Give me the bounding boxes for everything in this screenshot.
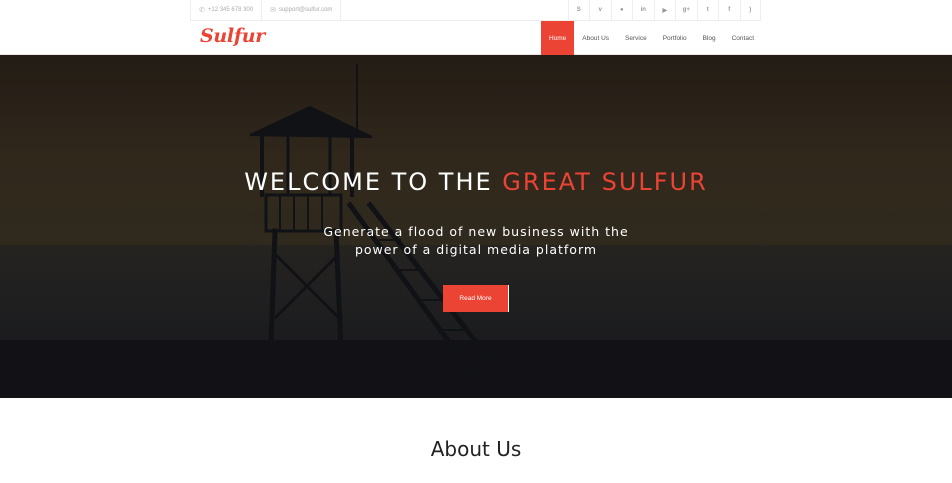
nav-item-home[interactable]: Home bbox=[540, 21, 575, 55]
read-more-button[interactable]: Read More bbox=[443, 285, 509, 312]
hero-subtitle-line-1: Generate a flood of new business with th… bbox=[323, 224, 629, 239]
nav-item-portfolio[interactable]: Portfolio bbox=[655, 21, 695, 55]
site-logo[interactable]: Sulfur bbox=[200, 25, 265, 47]
youtube-icon[interactable]: ▶ bbox=[653, 0, 676, 20]
rss-icon[interactable]: ) bbox=[739, 0, 761, 20]
nav-item-service[interactable]: Service bbox=[617, 21, 655, 55]
nav-item-blog[interactable]: Blog bbox=[695, 21, 724, 55]
linkedin-icon[interactable]: in bbox=[632, 0, 654, 20]
hero-title-accent: GREAT SULFUR bbox=[502, 168, 708, 196]
main-navbar: Sulfur Home About Us Service Portfolio B… bbox=[0, 21, 952, 55]
vimeo-icon[interactable]: v bbox=[589, 0, 611, 20]
hero-subtitle-line-2: power of a digital media platform bbox=[354, 242, 598, 257]
phone-number: +12 345 678 300 bbox=[207, 7, 254, 13]
skype-icon[interactable]: S bbox=[567, 0, 590, 20]
hero-section: WELCOME TO THE GREAT SULFUR Generate a f… bbox=[0, 55, 952, 398]
facebook-icon[interactable]: f bbox=[718, 0, 740, 20]
main-menu: Home About Us Service Portfolio Blog Con… bbox=[540, 21, 762, 55]
envelope-icon: ✉ bbox=[270, 7, 276, 14]
flickr-icon[interactable]: ● bbox=[610, 0, 633, 20]
email-address[interactable]: support@sulfur.com bbox=[279, 7, 332, 13]
hero-subtitle: Generate a flood of new business with th… bbox=[0, 223, 952, 259]
top-bar: ✆ +12 345 678 300 ✉ support@sulfur.com S… bbox=[190, 0, 761, 21]
twitter-icon[interactable]: t bbox=[696, 0, 719, 20]
nav-item-about-us[interactable]: About Us bbox=[574, 21, 617, 55]
phone-icon: ✆ bbox=[199, 7, 205, 14]
hero-title: WELCOME TO THE GREAT SULFUR bbox=[0, 168, 952, 196]
google-plus-icon[interactable]: g+ bbox=[675, 0, 697, 20]
hero-title-start: WELCOME TO THE bbox=[244, 168, 503, 196]
phone-info: ✆ +12 345 678 300 bbox=[190, 0, 261, 20]
email-info[interactable]: ✉ support@sulfur.com bbox=[261, 0, 342, 20]
nav-item-contact[interactable]: Contact bbox=[724, 21, 762, 55]
social-links: S v ● in ▶ g+ t f ) bbox=[567, 0, 761, 20]
contact-info: ✆ +12 345 678 300 ✉ support@sulfur.com bbox=[190, 0, 342, 20]
about-section-title: About Us bbox=[430, 437, 522, 461]
